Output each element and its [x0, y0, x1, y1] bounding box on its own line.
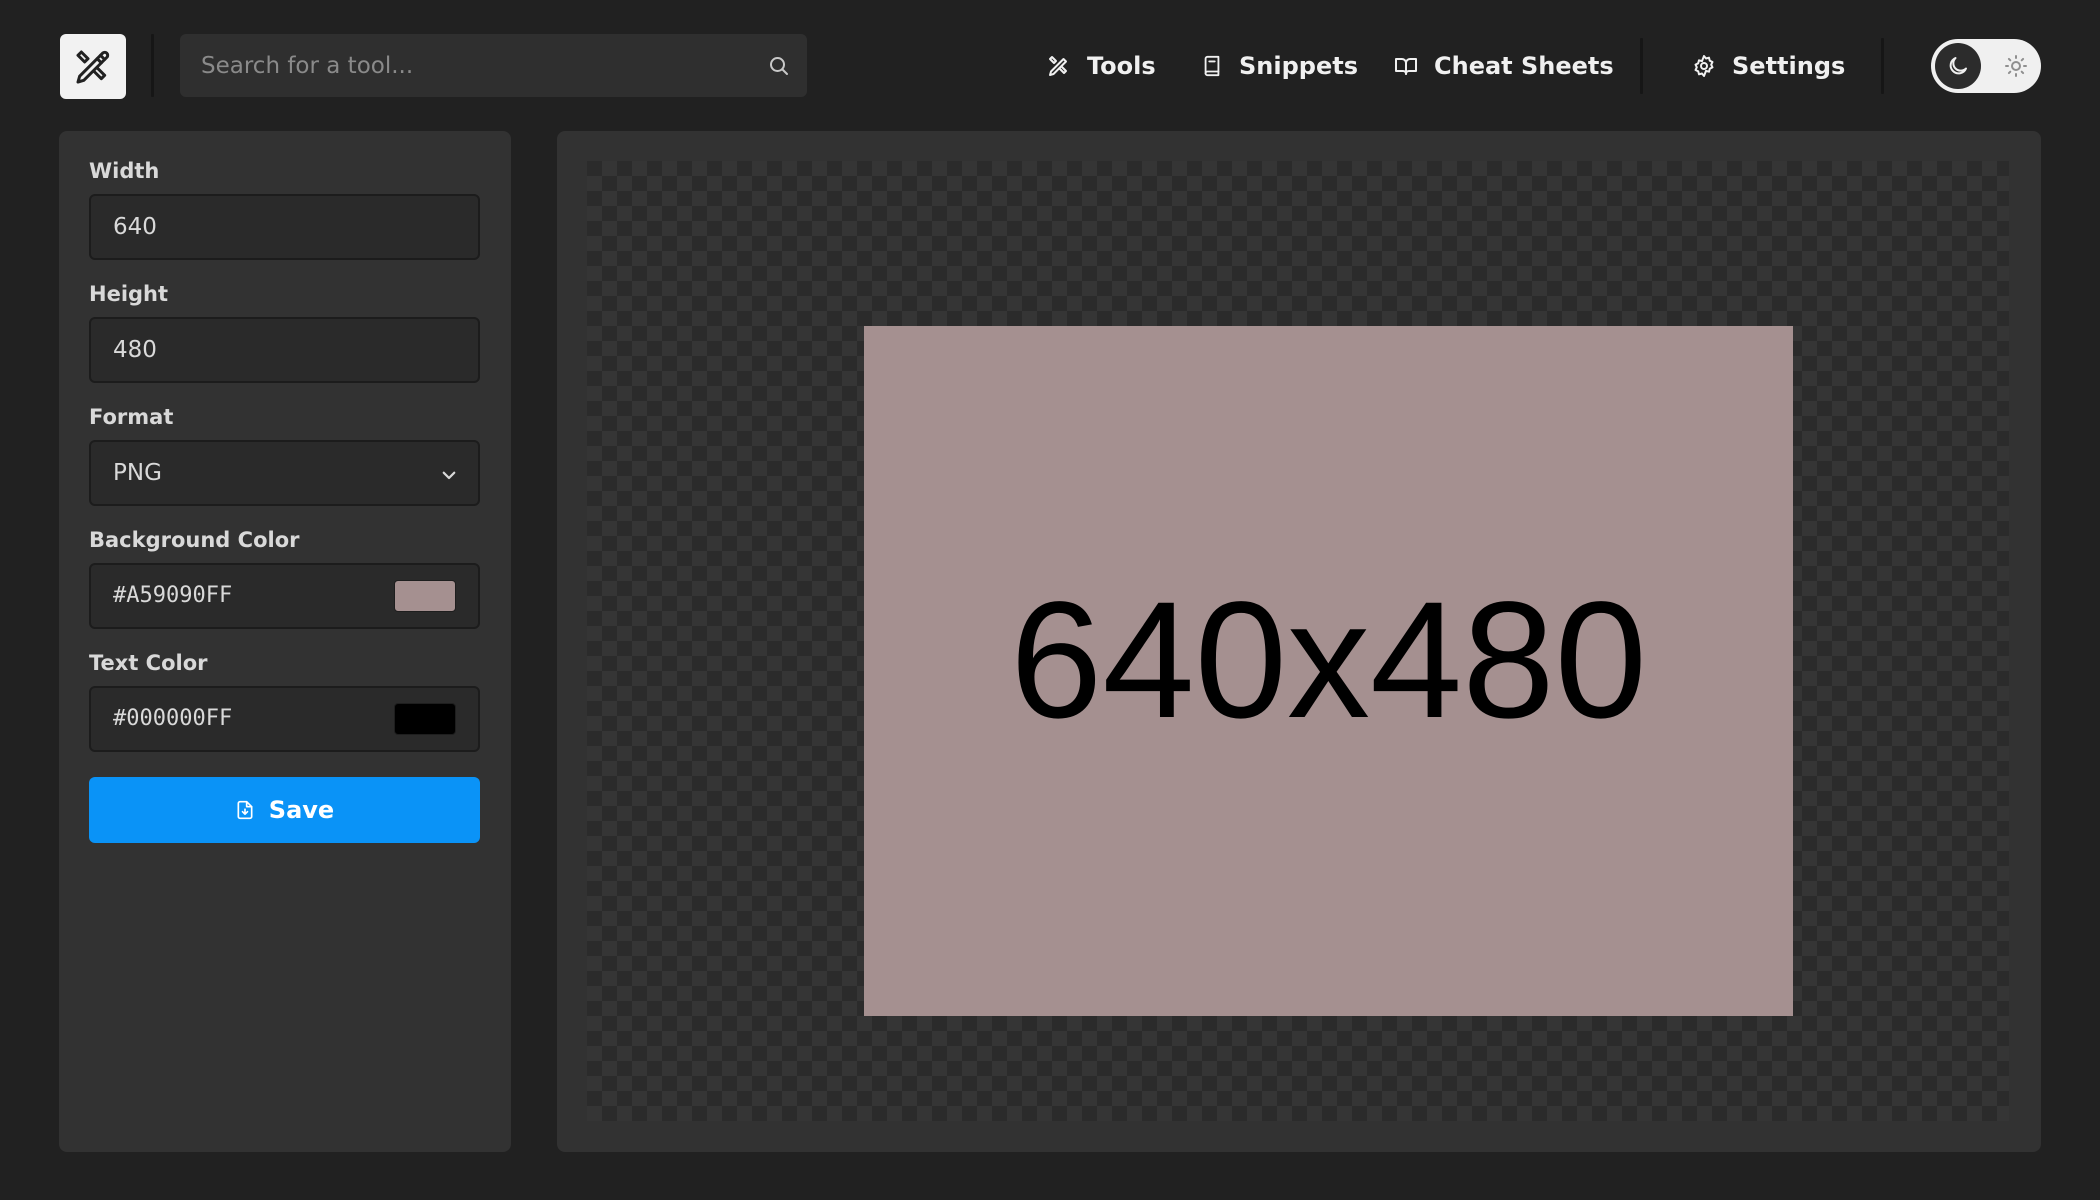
book-icon — [1204, 55, 1220, 77]
tools-icon — [76, 50, 110, 83]
text-color-value[interactable]: #000000FF — [113, 706, 232, 731]
tools-icon — [1049, 56, 1067, 76]
search-input[interactable] — [180, 34, 807, 97]
nav-tools-label: Tools — [1087, 52, 1156, 80]
text-color-swatch[interactable] — [394, 703, 456, 735]
settings-divider — [1881, 38, 1884, 94]
width-field-box[interactable] — [89, 194, 480, 260]
background-color-swatch[interactable] — [394, 580, 456, 612]
height-input[interactable] — [91, 319, 478, 381]
background-color-label: Background Color — [89, 528, 300, 552]
theme-toggle-knob — [1935, 43, 1981, 89]
format-select[interactable]: PNG — [89, 440, 480, 506]
save-button-label: Save — [268, 796, 335, 824]
height-label: Height — [89, 282, 169, 306]
nav-snippets[interactable]: Snippets — [1201, 42, 1358, 90]
nav-cheat-sheets[interactable]: Cheat Sheets — [1394, 42, 1614, 90]
nav-settings[interactable]: Settings — [1692, 42, 1845, 90]
text-color-field[interactable]: #000000FF — [89, 686, 480, 752]
file-download-icon — [237, 800, 253, 820]
nav-settings-label: Settings — [1732, 52, 1846, 80]
width-input[interactable] — [91, 196, 478, 258]
nav-cheat-sheets-label: Cheat Sheets — [1434, 52, 1614, 80]
open-book-icon — [1395, 58, 1417, 75]
width-label: Width — [89, 159, 160, 183]
preview-panel: 640x480 — [557, 131, 2041, 1152]
placeholder-image-preview: 640x480 — [864, 326, 1793, 1016]
format-select-value: PNG — [113, 460, 162, 486]
height-field-box[interactable] — [89, 317, 480, 383]
chevron-down-icon — [442, 471, 456, 480]
options-panel: Width Height Format PNG Background Color… — [59, 131, 511, 1152]
save-button[interactable]: Save — [89, 777, 480, 843]
nav-snippets-label: Snippets — [1239, 52, 1358, 80]
search-icon[interactable] — [767, 54, 791, 78]
background-color-value[interactable]: #A59090FF — [113, 583, 232, 608]
header-divider — [151, 34, 154, 97]
logo[interactable] — [60, 34, 126, 99]
gear-icon — [1694, 55, 1714, 77]
text-color-label: Text Color — [89, 651, 208, 675]
background-color-field[interactable]: #A59090FF — [89, 563, 480, 629]
transparency-checkerboard: 640x480 — [587, 161, 2009, 1121]
sun-icon — [2005, 55, 2027, 77]
header: Tools Snippets Cheat Sheets Settings — [0, 0, 2100, 132]
theme-toggle[interactable] — [1931, 39, 2041, 93]
nav-divider — [1640, 38, 1643, 94]
format-label: Format — [89, 405, 174, 429]
moon-icon — [1949, 57, 1967, 75]
placeholder-image-text: 640x480 — [1010, 568, 1647, 753]
search-box[interactable] — [180, 34, 807, 97]
nav-tools[interactable]: Tools — [1047, 42, 1156, 90]
